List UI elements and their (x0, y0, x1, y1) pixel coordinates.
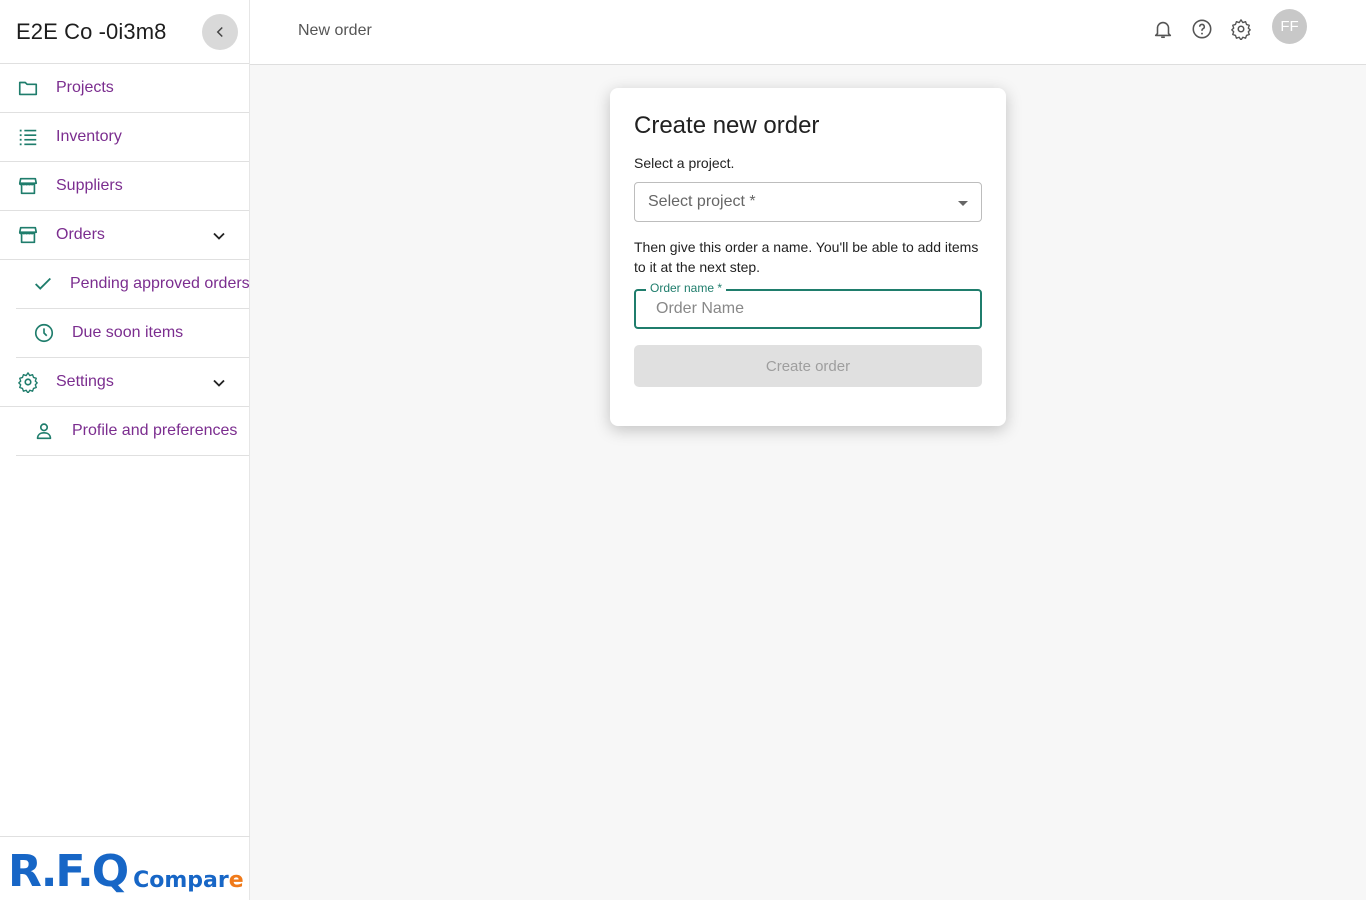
chevron-down-icon[interactable] (207, 224, 231, 248)
sidebar-item-orders[interactable]: Orders (0, 211, 249, 260)
sidebar-item-inventory[interactable]: Inventory (0, 113, 249, 162)
sidebar-item-label: Due soon items (72, 324, 184, 341)
sidebar-item-label: Suppliers (56, 177, 123, 194)
bell-icon[interactable] (1150, 16, 1176, 42)
dropdown-arrow-icon (958, 201, 968, 206)
person-icon (32, 419, 56, 443)
card-title: Create new order (634, 112, 820, 139)
sidebar-item-suppliers[interactable]: Suppliers (0, 162, 249, 211)
company-name: E2E Co -0i3m8 (16, 18, 167, 44)
order-name-field[interactable]: Order name * (634, 281, 982, 329)
sidebar-item-due-soon-items[interactable]: Due soon items (16, 309, 249, 358)
chevron-down-icon[interactable] (207, 371, 231, 395)
gear-icon[interactable] (1228, 16, 1254, 42)
list-icon (16, 125, 40, 149)
sidebar-item-label: Settings (56, 373, 114, 390)
sidebar-item-label: Orders (56, 226, 105, 243)
top-bar-actions: FF (1137, 9, 1307, 44)
sidebar-header: E2E Co -0i3m8 (0, 0, 249, 64)
sidebar: E2E Co -0i3m8 Projects Inventory Supplie… (0, 0, 250, 900)
sidebar-item-settings[interactable]: Settings (0, 358, 249, 407)
create-order-card: Create new order Select a project. Selec… (610, 88, 1006, 426)
order-name-label: Order name * (646, 281, 727, 295)
order-name-input[interactable] (656, 300, 956, 318)
folder-icon (16, 76, 40, 100)
sidebar-item-label: Projects (56, 79, 114, 96)
sidebar-item-label: Inventory (56, 128, 122, 145)
select-project-prompt: Select a project. (634, 155, 735, 171)
storefront-icon (16, 174, 40, 198)
help-icon[interactable] (1189, 16, 1215, 42)
project-select-placeholder: Select project * (648, 193, 756, 210)
logo-compare-accent: e (228, 868, 244, 893)
logo-secondary-text: Compare (133, 870, 244, 892)
gear-icon (16, 370, 40, 394)
create-order-button[interactable]: Create order (634, 345, 982, 387)
sidebar-footer: R.F.Q Compare (0, 836, 250, 900)
page-title: New order (298, 22, 372, 39)
storefront-icon (16, 223, 40, 247)
sidebar-item-label: Profile and preferences (72, 422, 238, 439)
collapse-sidebar-button[interactable] (202, 13, 238, 50)
project-select[interactable]: Select project * (634, 182, 982, 222)
clock-icon (32, 321, 56, 345)
order-name-prompt: Then give this order a name. You'll be a… (634, 239, 979, 275)
sidebar-item-profile-and-preferences[interactable]: Profile and preferences (16, 407, 249, 456)
check-icon (32, 272, 54, 296)
rfq-compare-logo: R.F.Q Compare (8, 846, 244, 897)
chevron-left-icon (216, 26, 223, 37)
logo-main-text: R.F.Q (8, 846, 129, 897)
avatar[interactable]: FF (1272, 9, 1307, 44)
sidebar-item-label: Pending approved orders (70, 275, 250, 292)
sidebar-item-projects[interactable]: Projects (0, 64, 249, 113)
top-bar: New order FF (250, 0, 1366, 65)
sidebar-item-pending-approved-orders[interactable]: Pending approved orders (16, 260, 250, 309)
logo-compare-text: Compar (133, 868, 229, 893)
